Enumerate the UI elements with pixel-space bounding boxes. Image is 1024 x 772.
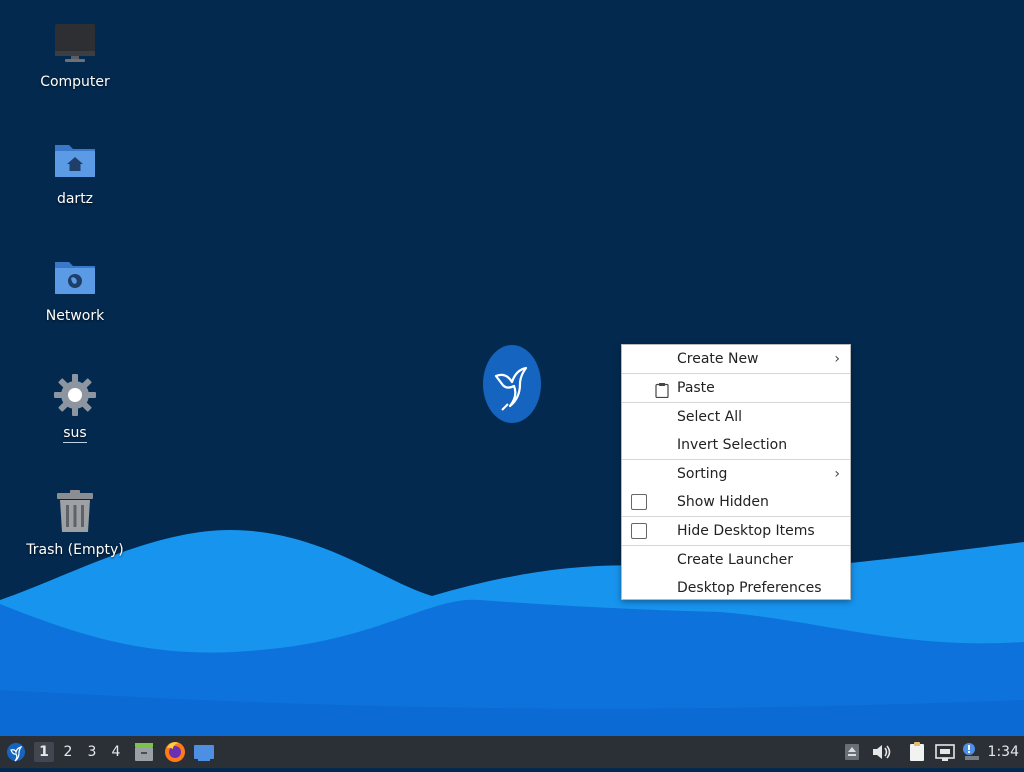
- menu-item-label: Show Hidden: [677, 494, 769, 510]
- distro-logo: [482, 344, 542, 424]
- hide-desktop-items-checkbox[interactable]: [631, 523, 647, 539]
- firefox-icon: [165, 742, 185, 762]
- firefox-launcher[interactable]: [163, 736, 187, 768]
- wired-network-icon: [935, 744, 955, 761]
- menu-item-sorting[interactable]: Sorting ›: [622, 460, 850, 488]
- menu-item-desktop-preferences[interactable]: Desktop Preferences: [622, 574, 850, 602]
- computer-icon: [51, 20, 99, 68]
- menu-item-label: Invert Selection: [677, 437, 788, 453]
- trash-icon: [51, 488, 99, 536]
- menu-item-invert-selection[interactable]: Invert Selection: [622, 431, 850, 459]
- desktop-icon-trash[interactable]: Trash (Empty): [15, 488, 135, 558]
- menu-item-paste[interactable]: Paste: [622, 374, 850, 402]
- network-folder-icon: [51, 254, 99, 302]
- eject-icon: [845, 744, 859, 760]
- workspace-2-button[interactable]: 2: [58, 742, 78, 762]
- network-tray-button[interactable]: [933, 736, 957, 768]
- volume-button[interactable]: [870, 736, 892, 768]
- home-folder-icon: [51, 137, 99, 185]
- menu-item-label: Hide Desktop Items: [677, 523, 815, 539]
- file-manager-launcher[interactable]: [132, 736, 156, 768]
- menu-item-create-launcher[interactable]: Create Launcher: [622, 546, 850, 574]
- desktop-icon-label: Computer: [40, 74, 110, 90]
- menu-item-select-all[interactable]: Select All: [622, 403, 850, 431]
- desktop-icon-computer[interactable]: Computer: [15, 20, 135, 90]
- show-hidden-checkbox[interactable]: [631, 494, 647, 510]
- desktop-icon-sus[interactable]: sus: [15, 371, 135, 443]
- show-desktop-button[interactable]: [192, 736, 216, 768]
- chevron-right-icon: ›: [834, 466, 840, 482]
- start-menu-button[interactable]: [4, 736, 28, 768]
- desktop-context-menu: Create New › Paste Select All Invert Sel…: [621, 344, 851, 600]
- volume-icon: [873, 745, 891, 759]
- menu-item-label: Select All: [677, 409, 742, 425]
- menu-item-label: Paste: [677, 380, 715, 396]
- clipboard-manager-button[interactable]: [906, 736, 928, 768]
- file-manager-icon: [135, 743, 153, 761]
- menu-item-label: Create Launcher: [677, 552, 794, 568]
- workspace-4-button[interactable]: 4: [106, 742, 126, 762]
- start-menu-icon: [7, 743, 25, 762]
- desktop-icon: [194, 745, 214, 761]
- menu-item-label: Sorting: [677, 466, 728, 482]
- menu-item-hide-desktop-items[interactable]: Hide Desktop Items: [622, 517, 850, 545]
- update-notifier-button[interactable]: [960, 736, 982, 768]
- menu-item-label: Desktop Preferences: [677, 580, 822, 596]
- clipboard-icon: [910, 742, 924, 761]
- desktop-icon-label: sus: [63, 425, 87, 443]
- desktop-icon-label: dartz: [56, 191, 94, 207]
- desktop-icon-label: Network: [45, 308, 105, 324]
- menu-item-label: Create New: [677, 351, 759, 367]
- clock[interactable]: 1:34: [988, 736, 1019, 768]
- menu-item-show-hidden[interactable]: Show Hidden: [622, 488, 850, 516]
- workspace-1-button[interactable]: 1: [34, 742, 54, 762]
- menu-item-create-new[interactable]: Create New ›: [622, 345, 850, 373]
- eject-button[interactable]: [842, 736, 862, 768]
- update-alert-icon: [963, 743, 979, 760]
- desktop[interactable]: Computer dartz Network sus Trash (Empty)…: [0, 0, 1024, 736]
- workspace-3-button[interactable]: 3: [82, 742, 102, 762]
- desktop-icon-network[interactable]: Network: [15, 254, 135, 324]
- desktop-icon-label: Trash (Empty): [26, 542, 124, 558]
- taskbar: 1 2 3 4 1:34: [0, 736, 1024, 768]
- clipboard-icon: [655, 380, 673, 399]
- desktop-icon-home-folder[interactable]: dartz: [15, 137, 135, 207]
- gear-icon: [51, 371, 99, 419]
- chevron-right-icon: ›: [834, 351, 840, 367]
